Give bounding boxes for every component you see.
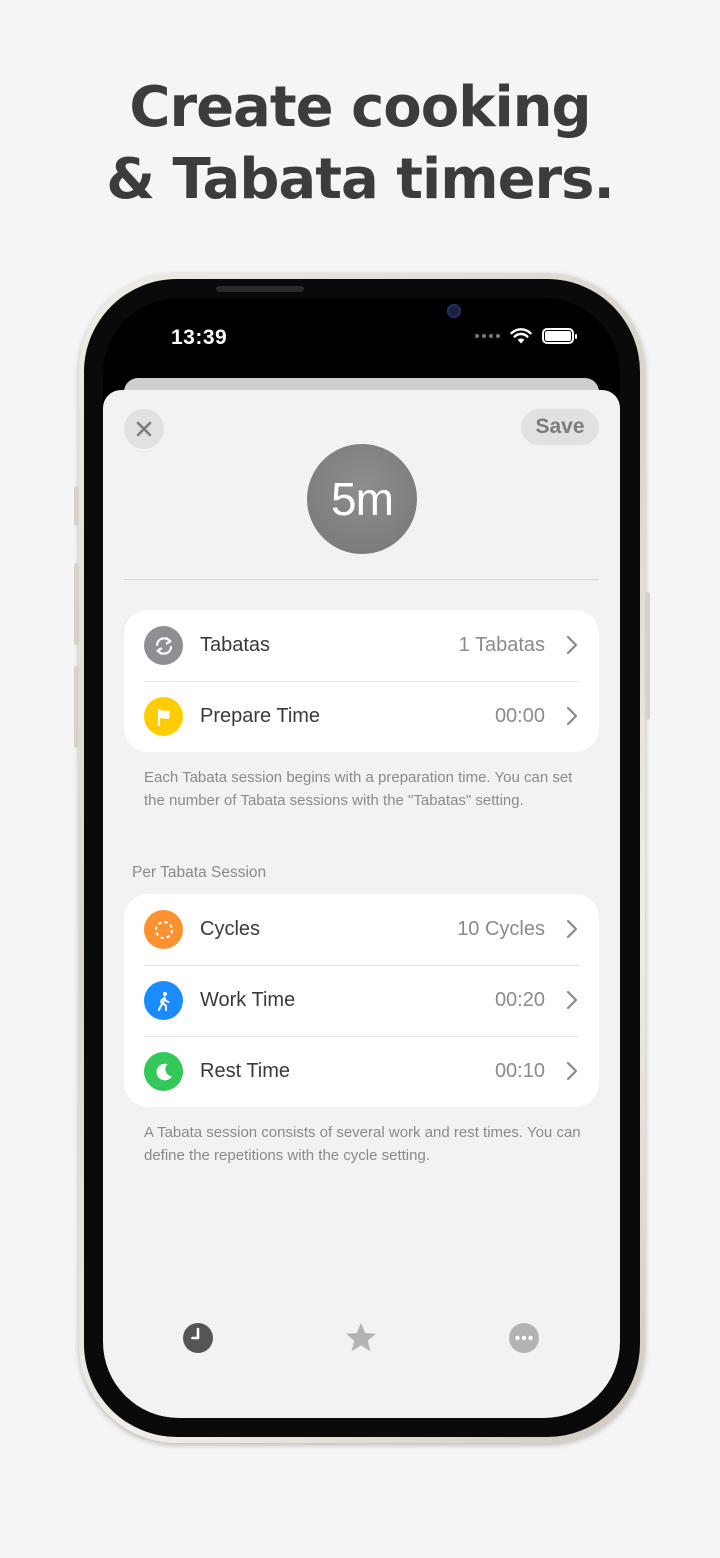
chevron-right-icon	[566, 1061, 578, 1081]
clock-icon	[183, 1323, 213, 1353]
moon-icon	[144, 1052, 183, 1091]
battery-icon	[542, 328, 577, 344]
row-label: Rest Time	[200, 1060, 291, 1082]
session-settings-group: Cycles 10 Cycles Work Time 00:20 Rest Ti…	[124, 894, 599, 1107]
wifi-icon	[510, 328, 532, 344]
settings-row-prepare-time[interactable]: Prepare Time 00:00	[124, 681, 599, 752]
settings-row-rest-time[interactable]: Rest Time 00:10	[124, 1036, 599, 1107]
session-footnote: A Tabata session consists of several wor…	[144, 1124, 581, 1164]
row-value: 1 Tabatas	[458, 634, 545, 656]
side-button-volume-up	[74, 563, 79, 645]
row-value: 00:10	[494, 1060, 545, 1082]
phone-screen: 13:39 Save 5m Tabatas 1 Tabatas Prepare …	[103, 298, 620, 1418]
general-footnote: Each Tabata session begins with a prepar…	[144, 769, 573, 809]
chevron-right-icon	[566, 990, 578, 1010]
tab-timers[interactable]	[180, 1320, 216, 1356]
side-button-power	[645, 592, 650, 720]
headline: Create cooking & Tabata timers.	[0, 72, 720, 216]
chevron-right-icon	[566, 706, 578, 726]
ellipsis-circle-icon	[509, 1323, 539, 1353]
settings-row-cycles[interactable]: Cycles 10 Cycles	[124, 894, 599, 965]
status-time: 13:39	[171, 326, 228, 349]
timer-duration-badge[interactable]: 5m	[307, 444, 417, 554]
notch	[265, 298, 461, 338]
row-label: Prepare Time	[200, 705, 321, 727]
flag-icon	[144, 697, 183, 736]
general-settings-group: Tabatas 1 Tabatas Prepare Time 00:00	[124, 610, 599, 752]
row-label: Work Time	[200, 989, 296, 1011]
dashed-circle-icon	[144, 910, 183, 949]
tab-favorites[interactable]	[343, 1320, 379, 1356]
earpiece-speaker	[216, 286, 304, 292]
row-label: Cycles	[200, 918, 261, 940]
tab-more[interactable]	[506, 1320, 542, 1356]
headline-line-2: & Tabata timers.	[106, 147, 615, 212]
save-button[interactable]: Save	[521, 409, 599, 445]
chevron-right-icon	[566, 919, 578, 939]
tab-bar	[103, 1320, 620, 1370]
walking-figure-icon	[144, 981, 183, 1020]
side-button-volume-down	[74, 666, 79, 748]
divider	[124, 579, 599, 580]
row-value: 10 Cycles	[457, 918, 545, 940]
side-button-silent	[74, 486, 79, 526]
row-value: 00:20	[494, 989, 545, 1011]
row-value: 00:00	[494, 705, 545, 727]
section-header: Per Tabata Session	[132, 864, 267, 881]
close-icon	[136, 421, 152, 437]
timer-editor-sheet: Save 5m Tabatas 1 Tabatas Prepare Time 0…	[103, 390, 620, 1418]
close-button[interactable]	[124, 409, 164, 449]
repeat-icon	[144, 626, 183, 665]
star-icon	[346, 1323, 376, 1352]
settings-row-tabatas[interactable]: Tabatas 1 Tabatas	[124, 610, 599, 681]
headline-line-1: Create cooking	[129, 75, 591, 140]
cellular-signal-icon	[475, 334, 500, 338]
chevron-right-icon	[566, 635, 578, 655]
settings-row-work-time[interactable]: Work Time 00:20	[124, 965, 599, 1036]
front-camera	[447, 304, 461, 318]
row-label: Tabatas	[200, 634, 271, 656]
status-icons	[475, 328, 577, 344]
